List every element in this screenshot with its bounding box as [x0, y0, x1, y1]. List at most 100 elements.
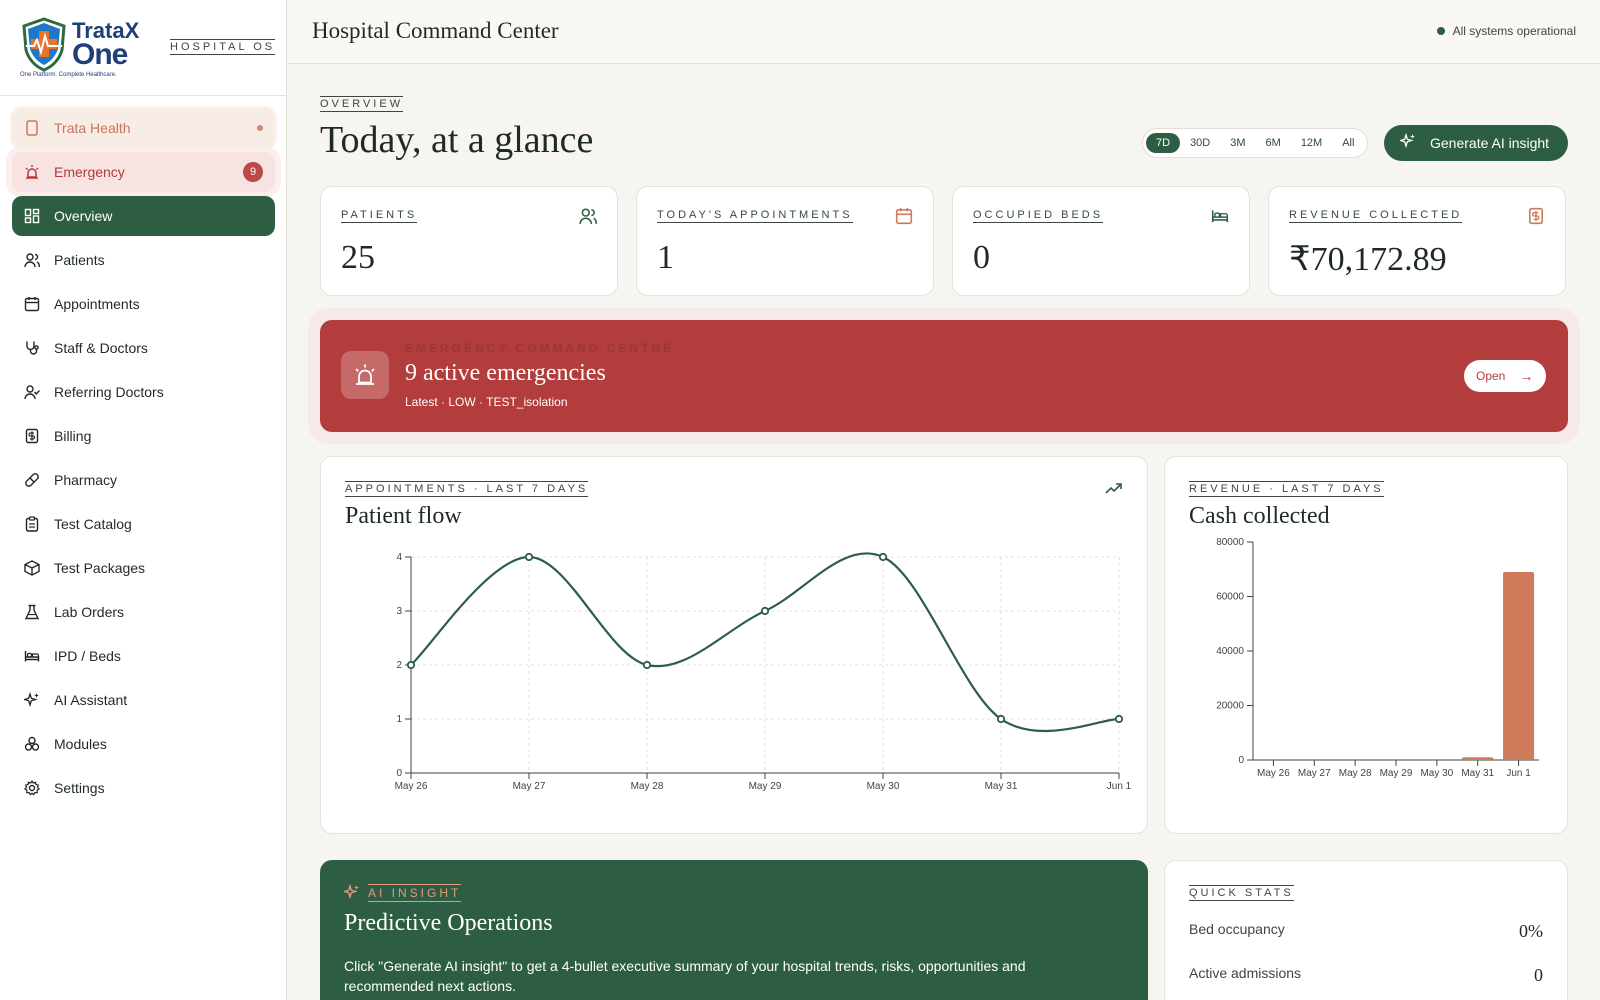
- sidebar-item-label: Test Catalog: [54, 516, 132, 532]
- quick-stat-value: 0%: [1519, 921, 1543, 941]
- sidebar-item-modules[interactable]: Modules: [12, 724, 275, 764]
- y-tick-label: 80000: [1216, 537, 1244, 548]
- open-emergency-button[interactable]: Open →: [1464, 360, 1546, 392]
- quick-stat-row: Bed occupancy 0%: [1189, 921, 1543, 942]
- y-tick-label: 4: [396, 552, 402, 563]
- calendar-icon: [895, 207, 913, 225]
- modules-icon: [24, 736, 40, 752]
- sidebar-item-label: Patients: [54, 252, 105, 268]
- sidebar-item-emergency[interactable]: Emergency 9: [12, 152, 275, 192]
- quick-stats-overline: QUICK STATS: [1189, 885, 1294, 901]
- tratax-one-logo[interactable]: TrataX One One Platform. Complete Health…: [18, 16, 142, 82]
- x-tick-label: May 27: [513, 781, 546, 792]
- range-6m[interactable]: 6M: [1256, 133, 1291, 153]
- sidebar-item-patients[interactable]: Patients: [12, 240, 275, 280]
- sidebar-item-trata-health[interactable]: Trata Health: [12, 108, 275, 148]
- y-tick-label: 40000: [1216, 646, 1244, 657]
- sidebar-item-staff-doctors[interactable]: Staff & Doctors: [12, 328, 275, 368]
- bed-icon: [1211, 207, 1229, 225]
- sidebar-item-billing[interactable]: Billing: [12, 416, 275, 456]
- notification-dot: [257, 125, 263, 131]
- emergency-count-badge: 9: [243, 162, 263, 182]
- emergency-overline: EMERGENCY COMMAND CENTRE: [405, 341, 675, 355]
- page-title: Hospital Command Center: [312, 18, 559, 43]
- y-tick-label: 2: [396, 660, 402, 671]
- data-point: [642, 660, 652, 670]
- generate-ai-insight-label: Generate AI insight: [1430, 135, 1550, 151]
- quick-stat-row: Active admissions 0: [1189, 965, 1543, 986]
- range-30d[interactable]: 30D: [1180, 133, 1220, 153]
- x-tick-label: May 30: [1420, 768, 1453, 779]
- data-point: [878, 552, 888, 562]
- sidebar-item-label: Appointments: [54, 296, 140, 312]
- package-icon: [24, 560, 40, 576]
- x-tick-label: May 29: [749, 781, 782, 792]
- kpi-label: OCCUPIED BEDS: [973, 209, 1104, 223]
- range-3m[interactable]: 3M: [1220, 133, 1255, 153]
- sidebar-item-ai-assistant[interactable]: AI Assistant: [12, 680, 275, 720]
- gear-icon: [24, 780, 40, 796]
- dashboard-icon: [24, 208, 40, 224]
- brand-header: TrataX One One Platform. Complete Health…: [0, 0, 286, 96]
- ai-insight-title: Predictive Operations: [344, 910, 553, 936]
- sidebar-item-overview[interactable]: Overview: [12, 196, 275, 236]
- data-point: [406, 660, 416, 670]
- sidebar-item-label: Staff & Doctors: [54, 340, 148, 356]
- kpi-card-patients[interactable]: PATIENTS 25: [320, 186, 618, 296]
- sidebar-item-label: Test Packages: [54, 560, 146, 576]
- sidebar-item-lab-orders[interactable]: Lab Orders: [12, 592, 275, 632]
- sidebar-item-test-packages[interactable]: Test Packages: [12, 548, 275, 588]
- kpi-card-appointments[interactable]: TODAY'S APPOINTMENTS 1: [636, 186, 934, 296]
- sidebar-item-label: Overview: [54, 208, 113, 224]
- revenue-bar: [1503, 571, 1535, 760]
- generate-ai-insight-button[interactable]: Generate AI insight: [1384, 125, 1568, 161]
- sidebar-item-settings[interactable]: Settings: [12, 768, 275, 808]
- sidebar-item-label: Trata Health: [54, 120, 131, 136]
- kpi-value: 25: [341, 239, 375, 276]
- sidebar-item-label: Emergency: [54, 164, 125, 180]
- system-status-text: All systems operational: [1452, 24, 1576, 38]
- users-icon: [24, 252, 40, 268]
- x-tick-label: May 27: [1298, 768, 1331, 779]
- sparkles-icon: [24, 692, 40, 708]
- range-7d[interactable]: 7D: [1146, 133, 1181, 153]
- sidebar-item-label: Lab Orders: [54, 604, 125, 620]
- device-icon: [24, 120, 40, 136]
- sidebar-item-referring-doctors[interactable]: Referring Doctors: [12, 372, 275, 412]
- x-tick-label: May 26: [1257, 768, 1290, 779]
- quick-stats-card: QUICK STATS Bed occupancy 0% Active admi…: [1164, 860, 1568, 1000]
- emergency-banner[interactable]: EMERGENCY COMMAND CENTRE 9 active emerge…: [320, 320, 1568, 432]
- x-tick-label: May 31: [985, 781, 1018, 792]
- x-tick-label: Jun 1: [1506, 768, 1531, 779]
- product-label: HOSPITAL OS: [170, 39, 276, 55]
- patient-flow-chart: 0 1 2 3 4 May 26 May 27 May 28 May 29 May 30 May 3…: [395, 552, 1132, 792]
- sidebar-item-label: Modules: [54, 736, 107, 752]
- receipt-icon: [1527, 207, 1545, 225]
- open-label: Open: [1476, 369, 1506, 383]
- kpi-label: REVENUE COLLECTED: [1289, 209, 1463, 223]
- logo-wordmark: TrataX One: [72, 18, 140, 71]
- top-header: Hospital Command Center All systems oper…: [288, 0, 1600, 64]
- x-tick-label: May 26: [395, 781, 428, 792]
- sidebar-item-ipd-beds[interactable]: IPD / Beds: [12, 636, 275, 676]
- kpi-label: PATIENTS: [341, 209, 418, 223]
- siren-icon: [24, 164, 40, 180]
- kpi-card-occupied-beds[interactable]: OCCUPIED BEDS 0: [952, 186, 1250, 296]
- overview-overline: OVERVIEW: [320, 96, 404, 112]
- sidebar-item-appointments[interactable]: Appointments: [12, 284, 275, 324]
- range-selector: 7D 30D 3M 6M 12M All: [1142, 128, 1369, 158]
- sidebar-item-pharmacy[interactable]: Pharmacy: [12, 460, 275, 500]
- x-tick-label: Jun 1: [1107, 781, 1132, 792]
- range-12m[interactable]: 12M: [1291, 133, 1332, 153]
- sidebar-item-label: Pharmacy: [54, 472, 118, 488]
- bed-icon: [24, 648, 40, 664]
- quick-stat-label: Active admissions: [1189, 965, 1302, 981]
- cash-collected-chart: 0 20000 40000 60000 80000 May 26 May 27 May 28 M…: [1216, 537, 1539, 779]
- data-point: [524, 552, 534, 562]
- range-all[interactable]: All: [1332, 133, 1364, 153]
- y-tick-label: 20000: [1216, 701, 1244, 712]
- sidebar-item-test-catalog[interactable]: Test Catalog: [12, 504, 275, 544]
- sidebar-item-label: Settings: [54, 780, 105, 796]
- kpi-value: ₹70,172.89: [1289, 241, 1447, 278]
- kpi-card-revenue[interactable]: REVENUE COLLECTED ₹70,172.89: [1268, 186, 1566, 296]
